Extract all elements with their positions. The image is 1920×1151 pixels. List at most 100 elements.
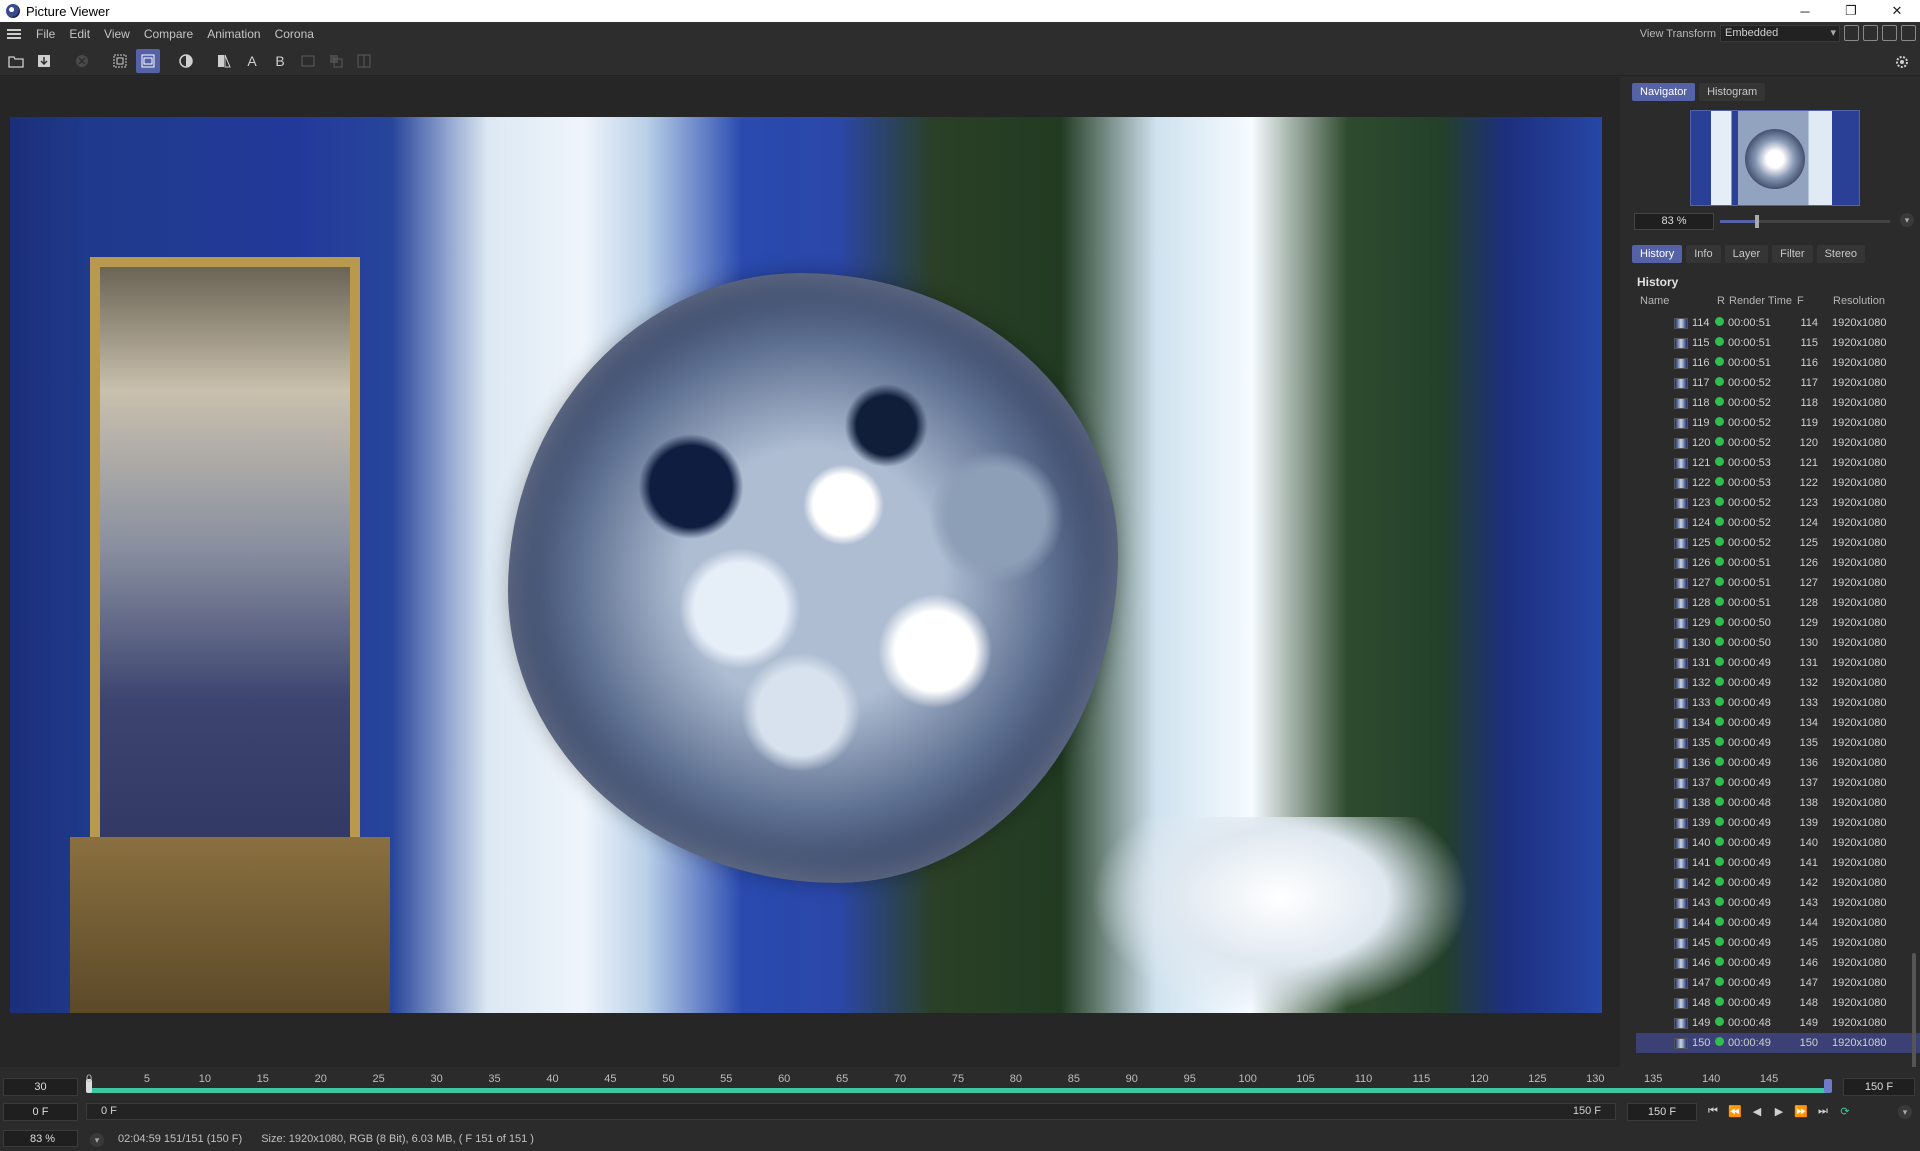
- history-row[interactable]: 134 00:00:49 134 1920x1080: [1636, 713, 1920, 733]
- full-render-icon[interactable]: [136, 48, 160, 73]
- history-row[interactable]: 135 00:00:49 135 1920x1080: [1636, 733, 1920, 753]
- history-row[interactable]: 123 00:00:52 123 1920x1080: [1636, 493, 1920, 513]
- maximize-button[interactable]: ❐: [1828, 0, 1874, 22]
- loop-icon[interactable]: ⟳: [1836, 1103, 1854, 1120]
- region-render-icon[interactable]: [108, 49, 132, 73]
- menu-animation[interactable]: Animation: [202, 27, 269, 41]
- history-row[interactable]: 117 00:00:52 117 1920x1080: [1636, 373, 1920, 393]
- history-row[interactable]: 142 00:00:49 142 1920x1080: [1636, 873, 1920, 893]
- overlay-ab-icon[interactable]: [324, 49, 348, 73]
- contrast-toggle-icon[interactable]: [174, 49, 198, 73]
- next-frame-icon[interactable]: ⏩: [1792, 1103, 1810, 1120]
- compare-b-button[interactable]: B: [268, 49, 292, 73]
- history-row[interactable]: 148 00:00:49 148 1920x1080: [1636, 993, 1920, 1013]
- tab-navigator[interactable]: Navigator: [1632, 83, 1696, 101]
- rendered-image[interactable]: [10, 117, 1602, 1013]
- col-name[interactable]: Name: [1640, 295, 1669, 307]
- history-row[interactable]: 124 00:00:52 124 1920x1080: [1636, 513, 1920, 533]
- history-row[interactable]: 150 00:00:49 150 1920x1080: [1636, 1033, 1920, 1053]
- range-bar[interactable]: 0 F 150 F: [86, 1103, 1616, 1120]
- col-r[interactable]: R: [1717, 295, 1725, 307]
- history-row[interactable]: 146 00:00:49 146 1920x1080: [1636, 953, 1920, 973]
- history-row[interactable]: 127 00:00:51 127 1920x1080: [1636, 573, 1920, 593]
- history-row[interactable]: 137 00:00:49 137 1920x1080: [1636, 773, 1920, 793]
- history-row[interactable]: 138 00:00:48 138 1920x1080: [1636, 793, 1920, 813]
- history-row[interactable]: 114 00:00:51 114 1920x1080: [1636, 313, 1920, 333]
- end-frame-field[interactable]: 150 F: [1843, 1078, 1915, 1096]
- history-row[interactable]: 133 00:00:49 133 1920x1080: [1636, 693, 1920, 713]
- play-forward-icon[interactable]: ▶: [1770, 1103, 1788, 1120]
- col-render-time[interactable]: Render Time: [1729, 295, 1792, 307]
- open-folder-icon[interactable]: [4, 49, 28, 73]
- zoom-dropdown-icon[interactable]: ▾: [1900, 213, 1914, 227]
- compare-a-button[interactable]: A: [240, 49, 264, 73]
- history-row[interactable]: 140 00:00:49 140 1920x1080: [1636, 833, 1920, 853]
- settings-gear-icon[interactable]: [1890, 50, 1914, 74]
- history-row[interactable]: 125 00:00:52 125 1920x1080: [1636, 533, 1920, 553]
- history-row[interactable]: 129 00:00:50 129 1920x1080: [1636, 613, 1920, 633]
- status-zoom-field[interactable]: 83 %: [3, 1130, 78, 1147]
- timeline-ruler[interactable]: 0 5 10 15 20 25 30 35 40 45 50 55 60 65 70 75 80 85 90 95 10…: [86, 1073, 1834, 1095]
- tab-history[interactable]: History: [1632, 245, 1683, 263]
- history-row[interactable]: 132 00:00:49 132 1920x1080: [1636, 673, 1920, 693]
- goto-end-icon[interactable]: ⏭: [1814, 1103, 1832, 1120]
- navigator-thumbnail[interactable]: [1690, 110, 1860, 206]
- current-frame-field[interactable]: 0 F: [3, 1103, 78, 1121]
- menu-view[interactable]: View: [99, 27, 139, 41]
- swap-ab-icon[interactable]: [296, 49, 320, 73]
- history-row[interactable]: 139 00:00:49 139 1920x1080: [1636, 813, 1920, 833]
- save-icon[interactable]: [32, 49, 56, 73]
- layout-panel-icon[interactable]: [1844, 25, 1859, 41]
- frame-input[interactable]: 150 F: [1627, 1103, 1697, 1121]
- history-row[interactable]: 149 00:00:48 149 1920x1080: [1636, 1013, 1920, 1033]
- timeline-end-handle[interactable]: [1824, 1079, 1832, 1093]
- history-row[interactable]: 120 00:00:52 120 1920x1080: [1636, 433, 1920, 453]
- history-list[interactable]: 114 00:00:51 114 1920x1080 115 00:00:51 115 192…: [1636, 313, 1920, 1057]
- compare-ab-icon[interactable]: [212, 49, 236, 73]
- history-row[interactable]: 115 00:00:51 115 1920x1080: [1636, 333, 1920, 353]
- split-ab-icon[interactable]: [352, 49, 376, 73]
- history-row[interactable]: 118 00:00:52 118 1920x1080: [1636, 393, 1920, 413]
- history-row[interactable]: 130 00:00:50 130 1920x1080: [1636, 633, 1920, 653]
- menu-file[interactable]: File: [31, 27, 64, 41]
- history-row[interactable]: 116 00:00:51 116 1920x1080: [1636, 353, 1920, 373]
- tab-info[interactable]: Info: [1686, 245, 1721, 263]
- menu-edit[interactable]: Edit: [64, 27, 99, 41]
- prev-frame-icon[interactable]: ⏪: [1726, 1103, 1744, 1120]
- zoom-slider[interactable]: [1720, 215, 1890, 228]
- hamburger-menu-icon[interactable]: [7, 29, 21, 39]
- col-f[interactable]: F: [1797, 295, 1804, 307]
- col-resolution[interactable]: Resolution: [1833, 295, 1885, 307]
- timeline-menu-icon[interactable]: ▾: [1898, 1105, 1912, 1119]
- detach-window-icon[interactable]: [1863, 25, 1878, 41]
- timeline-track[interactable]: [89, 1088, 1831, 1093]
- goto-start-icon[interactable]: ⏮: [1704, 1103, 1722, 1120]
- history-row[interactable]: 121 00:00:53 121 1920x1080: [1636, 453, 1920, 473]
- history-row[interactable]: 145 00:00:49 145 1920x1080: [1636, 933, 1920, 953]
- history-row[interactable]: 147 00:00:49 147 1920x1080: [1636, 973, 1920, 993]
- history-row[interactable]: 143 00:00:49 143 1920x1080: [1636, 893, 1920, 913]
- history-row[interactable]: 131 00:00:49 131 1920x1080: [1636, 653, 1920, 673]
- stop-render-icon[interactable]: [70, 49, 94, 73]
- menu-corona[interactable]: Corona: [270, 27, 323, 41]
- tab-layer[interactable]: Layer: [1724, 245, 1769, 263]
- history-row[interactable]: 128 00:00:51 128 1920x1080: [1636, 593, 1920, 613]
- pan-hand-icon[interactable]: [1882, 25, 1897, 41]
- history-row[interactable]: 141 00:00:49 141 1920x1080: [1636, 853, 1920, 873]
- fps-field[interactable]: 30: [3, 1078, 78, 1096]
- history-row[interactable]: 119 00:00:52 119 1920x1080: [1636, 413, 1920, 433]
- tab-stereo[interactable]: Stereo: [1816, 245, 1865, 263]
- minimize-button[interactable]: ─: [1782, 0, 1828, 22]
- close-button[interactable]: ✕: [1874, 0, 1920, 22]
- status-zoom-dropdown-icon[interactable]: ▾: [90, 1133, 104, 1147]
- view-transform-select[interactable]: Embedded: [1720, 25, 1840, 42]
- history-row[interactable]: 122 00:00:53 122 1920x1080: [1636, 473, 1920, 493]
- play-backward-icon[interactable]: ◀: [1748, 1103, 1766, 1120]
- history-row[interactable]: 144 00:00:49 144 1920x1080: [1636, 913, 1920, 933]
- history-row[interactable]: 126 00:00:51 126 1920x1080: [1636, 553, 1920, 573]
- tab-filter[interactable]: Filter: [1772, 245, 1813, 263]
- zoom-slider-knob[interactable]: [1755, 215, 1760, 228]
- history-row[interactable]: 136 00:00:49 136 1920x1080: [1636, 753, 1920, 773]
- image-viewport[interactable]: [0, 77, 1620, 1067]
- tab-histogram[interactable]: Histogram: [1699, 83, 1766, 101]
